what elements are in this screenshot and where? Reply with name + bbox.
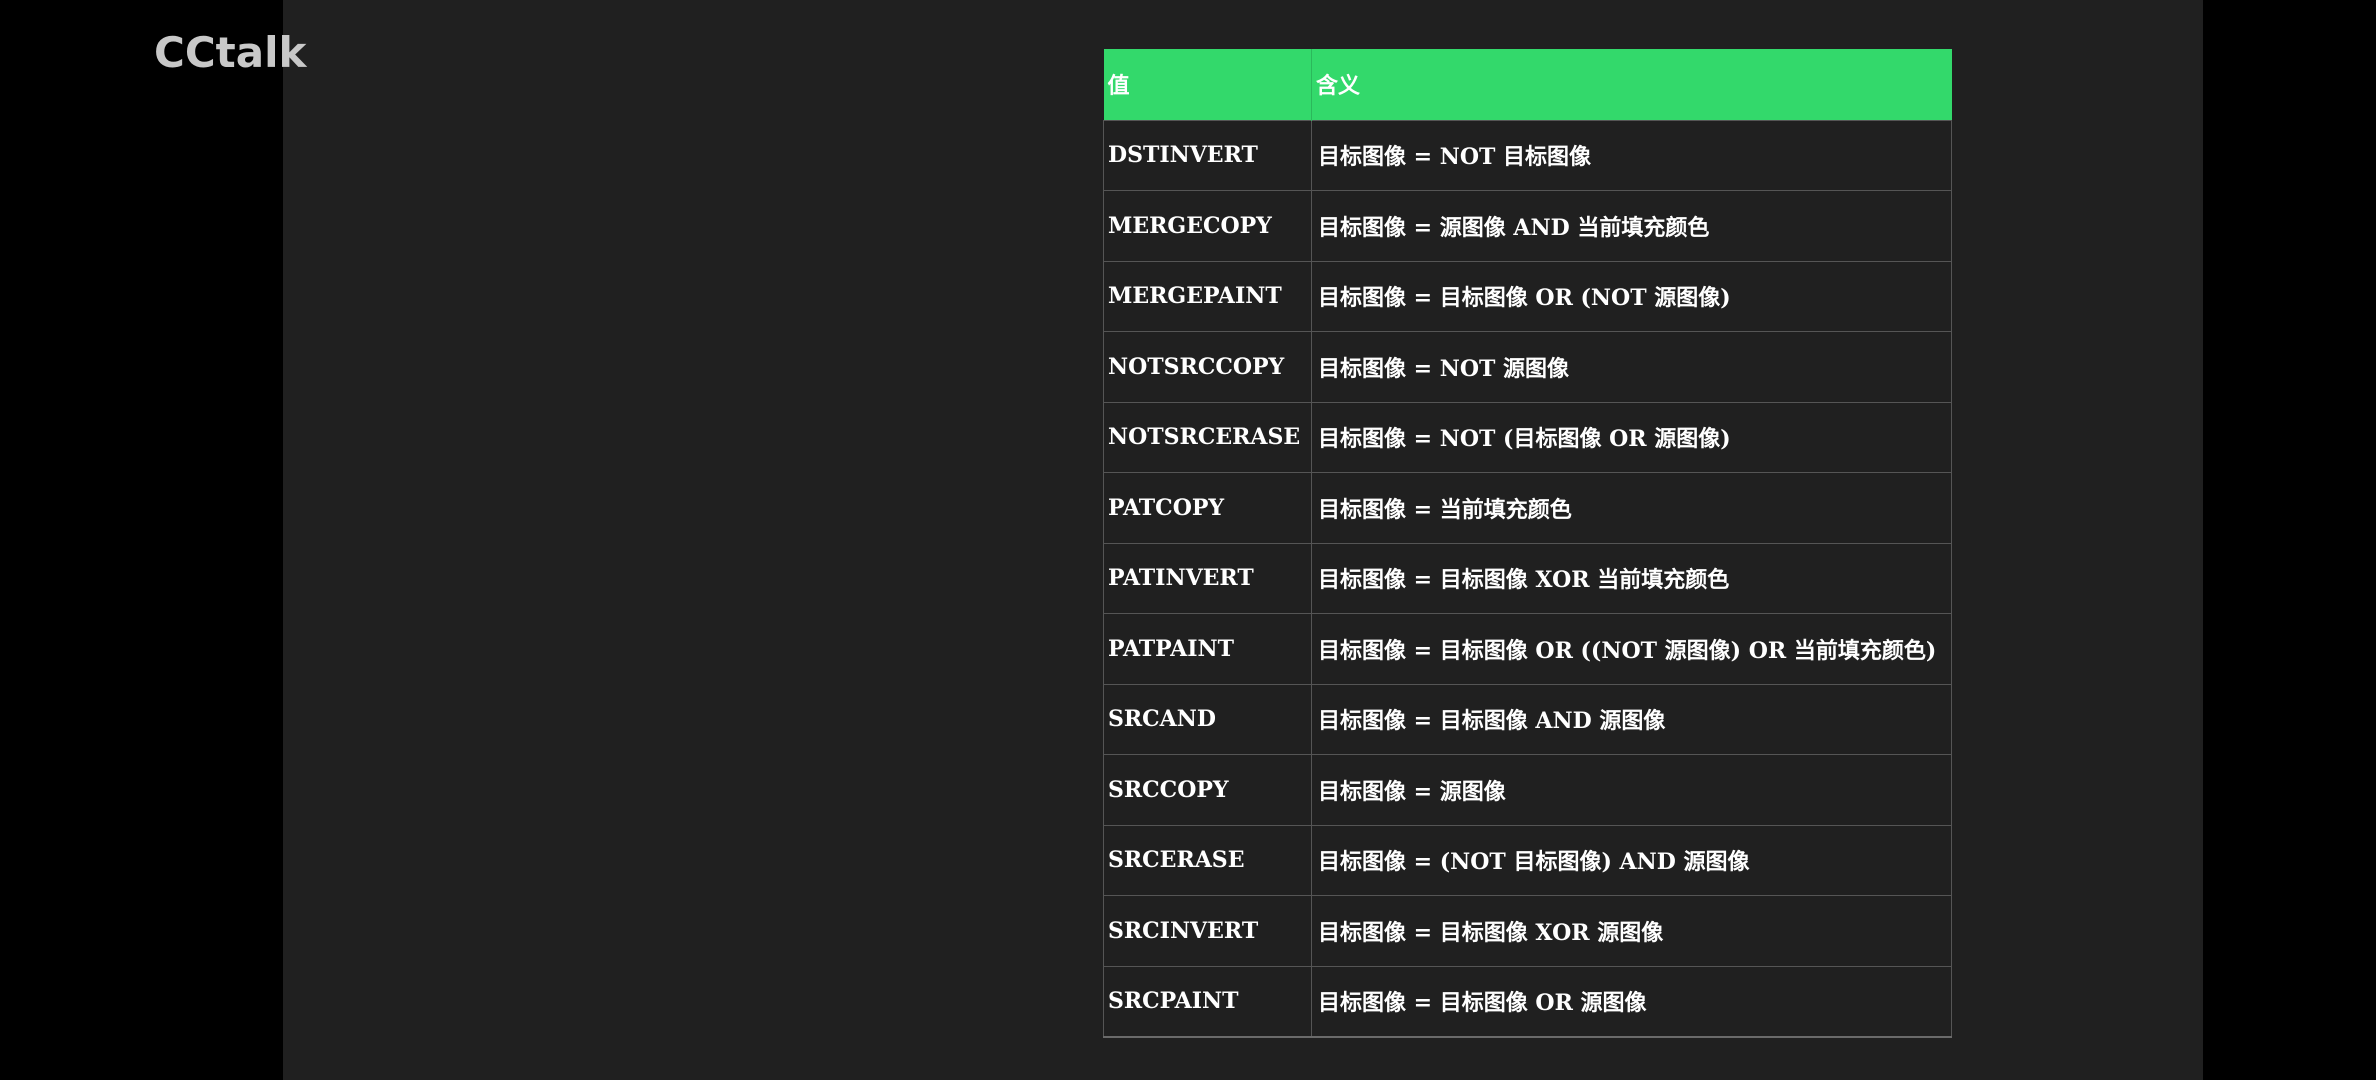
video-screen: 值 含义 DSTINVERT 目标图像 = NOT 目标图像 MERGECOPY… (0, 0, 2376, 1080)
presentation-stage: 值 含义 DSTINVERT 目标图像 = NOT 目标图像 MERGECOPY… (283, 0, 2203, 1080)
cell-meaning: 目标图像 = 目标图像 XOR 源图像 (1311, 895, 1952, 966)
cell-value: MERGECOPY (1103, 190, 1312, 261)
cell-value: PATPAINT (1103, 613, 1312, 684)
raster-op-table-container: 值 含义 DSTINVERT 目标图像 = NOT 目标图像 MERGECOPY… (1103, 49, 1952, 1038)
table-row: SRCPAINT 目标图像 = 目标图像 OR 源图像 (1103, 965, 1952, 1038)
cell-meaning: 目标图像 = NOT 目标图像 (1311, 119, 1952, 191)
column-header-meaning: 含义 (1311, 49, 1952, 120)
table-row: NOTSRCCOPY 目标图像 = NOT 源图像 (1103, 331, 1952, 402)
table-row: PATINVERT 目标图像 = 目标图像 XOR 当前填充颜色 (1103, 542, 1952, 614)
cell-value: SRCERASE (1103, 824, 1312, 896)
cell-meaning: 目标图像 = 目标图像 OR 源图像 (1311, 965, 1952, 1038)
table-header-row: 值 含义 (1103, 49, 1952, 120)
cell-value: SRCAND (1103, 683, 1312, 755)
table-header: 值 含义 (1103, 49, 1952, 120)
cell-value: NOTSRCERASE (1103, 401, 1312, 473)
cell-value: PATCOPY (1103, 472, 1312, 543)
cell-meaning: 目标图像 = 目标图像 OR ((NOT 源图像) OR 当前填充颜色) (1311, 613, 1952, 684)
table-row: SRCERASE 目标图像 = (NOT 目标图像) AND 源图像 (1103, 824, 1952, 896)
cell-meaning: 目标图像 = 源图像 AND 当前填充颜色 (1311, 190, 1952, 261)
cell-meaning: 目标图像 = 目标图像 XOR 当前填充颜色 (1311, 542, 1952, 614)
cell-value: SRCPAINT (1103, 965, 1312, 1038)
table-row: PATPAINT 目标图像 = 目标图像 OR ((NOT 源图像) OR 当前… (1103, 613, 1952, 684)
column-header-value: 值 (1107, 73, 1130, 100)
cell-meaning: 目标图像 = 目标图像 OR (NOT 源图像) (1311, 260, 1952, 332)
table-body: DSTINVERT 目标图像 = NOT 目标图像 MERGECOPY 目标图像… (1103, 119, 1952, 1038)
table-row: MERGEPAINT 目标图像 = 目标图像 OR (NOT 源图像) (1103, 260, 1952, 332)
cell-meaning: 目标图像 = 当前填充颜色 (1311, 472, 1952, 543)
cell-value: DSTINVERT (1103, 119, 1312, 191)
cell-meaning: 目标图像 = NOT 源图像 (1311, 331, 1952, 402)
cell-meaning: 目标图像 = 目标图像 AND 源图像 (1311, 683, 1952, 755)
cell-meaning: 目标图像 = NOT (目标图像 OR 源图像) (1311, 401, 1952, 473)
cell-value: SRCCOPY (1103, 754, 1312, 825)
table-row: DSTINVERT 目标图像 = NOT 目标图像 (1103, 119, 1952, 191)
table-row: MERGECOPY 目标图像 = 源图像 AND 当前填充颜色 (1103, 190, 1952, 261)
table-row: PATCOPY 目标图像 = 当前填充颜色 (1103, 472, 1952, 543)
table-row: NOTSRCERASE 目标图像 = NOT (目标图像 OR 源图像) (1103, 401, 1952, 473)
cell-value: SRCINVERT (1103, 895, 1312, 966)
table-row: SRCAND 目标图像 = 目标图像 AND 源图像 (1103, 683, 1952, 755)
cell-value: PATINVERT (1103, 542, 1312, 614)
cctalk-watermark-logo: CCtalk (154, 28, 307, 77)
cell-value: MERGEPAINT (1103, 260, 1312, 332)
cell-value: NOTSRCCOPY (1103, 331, 1312, 402)
cell-meaning: 目标图像 = (NOT 目标图像) AND 源图像 (1311, 824, 1952, 896)
table-row: SRCINVERT 目标图像 = 目标图像 XOR 源图像 (1103, 895, 1952, 966)
raster-op-table: 值 含义 DSTINVERT 目标图像 = NOT 目标图像 MERGECOPY… (1103, 49, 1952, 1038)
table-row: SRCCOPY 目标图像 = 源图像 (1103, 754, 1952, 825)
cell-meaning: 目标图像 = 源图像 (1311, 754, 1952, 825)
